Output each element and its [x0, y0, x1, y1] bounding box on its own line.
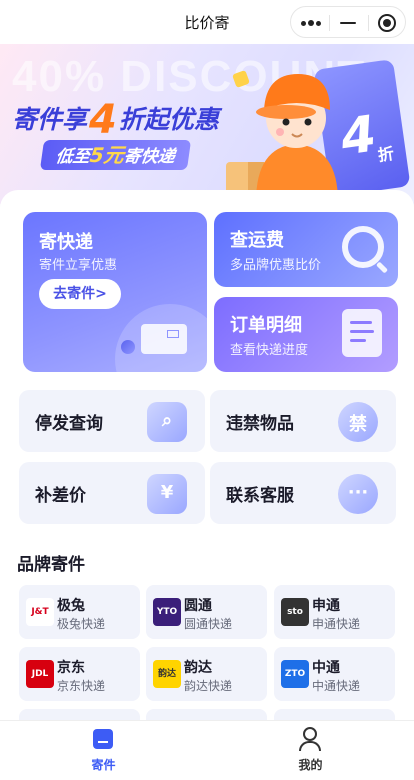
subtitle-price: 5元 — [88, 143, 126, 167]
brand-item-zhongtong[interactable]: ZTO 中通 中通快递 — [274, 647, 395, 701]
brand-subtitle: 韵达快递 — [184, 679, 233, 693]
brand-name: 韵达 — [184, 660, 212, 676]
tab-label: 寄件 — [91, 758, 116, 772]
brand-item-yunda[interactable]: 韵达 韵达 韵达快递 — [146, 647, 267, 701]
brand-subtitle: 中通快递 — [312, 679, 361, 693]
search-box-icon: ⌕ — [147, 402, 187, 442]
app-screen: 比价寄 40% DISCOUNT 寄件享4折起优惠 低至5元寄快递 4 折 寄快… — [0, 0, 414, 780]
headline-suffix: 折起优惠 — [118, 105, 219, 134]
close-icon[interactable] — [378, 14, 396, 32]
order-detail-card[interactable]: 订单明细 查看快递进度 — [214, 297, 398, 372]
ticket-unit: 折 — [376, 143, 396, 165]
brand-name: 圆通 — [184, 598, 212, 614]
brand-subtitle: 申通快递 — [312, 617, 361, 631]
price-difference-tile[interactable]: 补差价 ¥ — [19, 462, 205, 524]
brand-item-shentong[interactable]: sto 申通 申通快递 — [274, 585, 395, 639]
yen-icon: ¥ — [147, 474, 187, 514]
bottom-tab-bar: 寄件 我的 — [0, 720, 414, 780]
promo-banner[interactable]: 40% DISCOUNT 寄件享4折起优惠 低至5元寄快递 4 折 — [0, 44, 414, 204]
tile-label: 联系客服 — [226, 486, 294, 506]
tab-label: 我的 — [298, 758, 323, 772]
subtitle-prefix: 低至 — [54, 147, 92, 167]
user-icon-body — [299, 741, 321, 751]
brand-subtitle: 极兔快递 — [57, 617, 106, 631]
title-bar: 比价寄 — [0, 0, 414, 44]
chat-bubble-icon: ··· — [338, 474, 378, 514]
capsule-divider — [329, 15, 330, 31]
brand-logo: JDL — [26, 660, 54, 688]
fee-card-subtitle: 多品牌优惠比价 — [230, 258, 322, 273]
order-card-title: 订单明细 — [230, 315, 302, 336]
tile-label: 违禁物品 — [226, 414, 294, 434]
brand-name: 申通 — [312, 598, 340, 614]
tile-label: 补差价 — [35, 486, 86, 506]
mini-program-capsule — [290, 6, 406, 38]
tab-mine[interactable]: 我的 — [207, 721, 414, 780]
banner-subtitle-pill: 低至5元寄快递 — [39, 140, 192, 170]
courier-mascot-icon — [226, 70, 338, 202]
tab-send[interactable]: 寄件 — [0, 721, 207, 780]
more-icon[interactable] — [301, 16, 321, 30]
main-panel: 寄快递 寄件立享优惠 去寄件> 查运费 多品牌优惠比价 订单明细 查看快递进度 … — [0, 190, 414, 739]
prohibited-icon: 禁 — [338, 402, 378, 442]
brand-subtitle: 圆通快递 — [184, 617, 233, 631]
brand-name: 极兔 — [57, 598, 85, 614]
send-card-subtitle: 寄件立享优惠 — [39, 258, 118, 273]
brand-section-title: 品牌寄件 — [17, 555, 85, 575]
brand-item-jingdong[interactable]: JDL 京东 京东快递 — [19, 647, 140, 701]
subtitle-suffix: 寄快递 — [122, 147, 177, 167]
prohibited-items-tile[interactable]: 违禁物品 禁 — [210, 390, 396, 452]
minimize-icon[interactable] — [340, 22, 356, 24]
banner-headline: 寄件享4折起优惠 — [12, 92, 219, 143]
customer-service-tile[interactable]: 联系客服 ··· — [210, 462, 396, 524]
brand-logo: J&T — [26, 598, 54, 626]
brand-item-yuantong[interactable]: YTO 圆通 圆通快递 — [146, 585, 267, 639]
capsule-divider — [368, 15, 369, 31]
send-express-card[interactable]: 寄快递 寄件立享优惠 去寄件> — [23, 212, 207, 372]
user-icon — [303, 727, 317, 741]
brand-logo: YTO — [153, 598, 181, 626]
decor-dot — [121, 340, 135, 354]
brand-logo: sto — [281, 598, 309, 626]
send-card-title: 寄快递 — [39, 232, 93, 253]
brand-logo: 韵达 — [153, 660, 181, 688]
headline-number: 4 — [89, 97, 117, 143]
tile-label: 停发查询 — [35, 414, 103, 434]
brand-logo: ZTO — [281, 660, 309, 688]
brand-name: 京东 — [57, 660, 85, 676]
package-icon — [141, 324, 187, 354]
headline-prefix: 寄件享 — [12, 105, 88, 134]
brand-subtitle: 京东快递 — [57, 679, 106, 693]
check-fee-card[interactable]: 查运费 多品牌优惠比价 — [214, 212, 398, 287]
order-card-subtitle: 查看快递进度 — [230, 343, 309, 358]
magnifier-icon — [342, 226, 384, 268]
suspension-query-tile[interactable]: 停发查询 ⌕ — [19, 390, 205, 452]
document-list-icon — [342, 309, 382, 357]
go-send-button[interactable]: 去寄件> — [39, 279, 121, 309]
send-tab-icon — [93, 729, 113, 749]
brand-item-jitu[interactable]: J&T 极兔 极兔快递 — [19, 585, 140, 639]
fee-card-title: 查运费 — [230, 230, 284, 251]
brand-name: 中通 — [312, 660, 340, 676]
